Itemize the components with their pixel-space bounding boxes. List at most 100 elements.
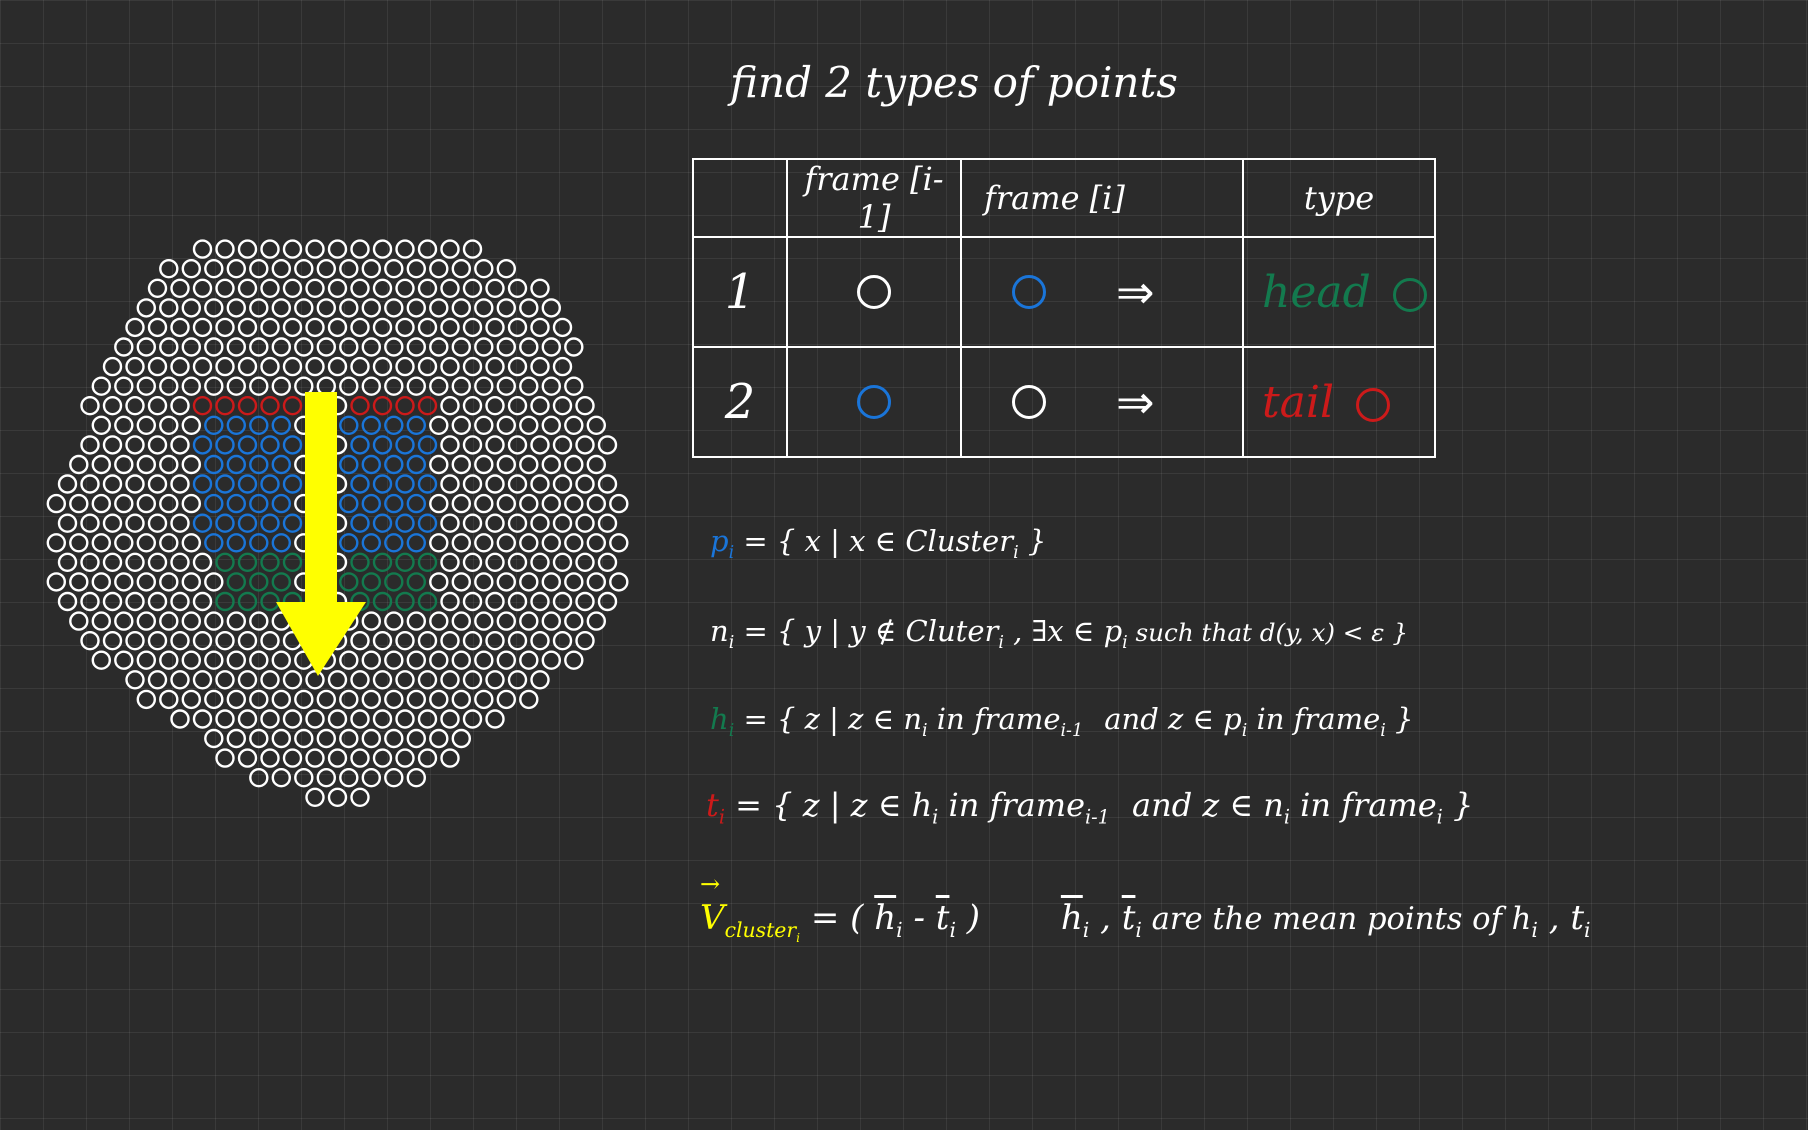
point-marker xyxy=(271,689,291,710)
point-marker xyxy=(282,278,303,298)
point-marker xyxy=(316,768,336,788)
point-marker xyxy=(91,650,112,670)
point-marker xyxy=(496,689,516,710)
point-marker xyxy=(91,533,112,553)
point-marker xyxy=(429,376,449,396)
point-marker xyxy=(102,552,123,572)
point-marker xyxy=(271,493,291,514)
point-marker xyxy=(406,376,426,396)
point-marker xyxy=(429,415,449,435)
point-marker xyxy=(575,631,595,651)
point-marker xyxy=(282,474,303,494)
point-marker xyxy=(204,650,224,670)
point-marker xyxy=(485,591,505,612)
point-marker xyxy=(519,415,539,435)
white-circle-icon xyxy=(1012,385,1046,419)
point-marker xyxy=(192,591,213,612)
point-marker xyxy=(192,709,213,729)
point-marker xyxy=(474,493,494,514)
point-marker xyxy=(496,493,516,514)
point-marker xyxy=(372,709,393,729)
point-marker xyxy=(114,572,134,592)
point-marker xyxy=(282,396,303,416)
point-marker xyxy=(69,572,89,592)
point-marker xyxy=(575,552,595,572)
point-marker xyxy=(159,572,179,592)
point-marker xyxy=(192,513,213,533)
point-marker xyxy=(147,670,168,690)
point-marker xyxy=(519,298,539,318)
point-marker xyxy=(237,631,258,651)
point-marker xyxy=(91,493,112,514)
point-marker xyxy=(271,768,291,788)
point-marker xyxy=(226,337,247,357)
point-marker xyxy=(57,474,78,494)
point-marker xyxy=(305,317,325,338)
point-marker xyxy=(237,317,258,338)
point-marker xyxy=(496,533,516,553)
point-marker xyxy=(384,376,404,396)
point-marker xyxy=(474,454,494,475)
point-marker xyxy=(260,239,280,259)
point-marker xyxy=(361,728,381,749)
point-marker xyxy=(395,356,415,377)
point-marker xyxy=(136,611,157,631)
point-marker xyxy=(316,689,336,710)
point-marker xyxy=(170,278,190,298)
point-marker xyxy=(204,689,224,710)
point-marker xyxy=(519,493,539,514)
point-marker xyxy=(462,278,483,298)
point-marker xyxy=(91,454,112,475)
point-marker xyxy=(440,356,460,377)
point-marker xyxy=(102,631,123,651)
point-marker xyxy=(192,474,213,494)
point-marker xyxy=(159,533,179,553)
point-marker xyxy=(541,454,561,475)
point-marker xyxy=(181,454,202,475)
point-marker xyxy=(406,572,426,592)
point-marker xyxy=(384,415,404,435)
formula-n: ni = { y | y ∉ Cluteri , ∃x ∈ pi such th… xyxy=(710,614,1409,653)
point-marker xyxy=(429,259,449,279)
point-marker xyxy=(451,376,471,396)
point-marker xyxy=(192,396,213,416)
point-marker xyxy=(406,611,426,631)
point-marker xyxy=(147,552,168,572)
point-marker xyxy=(226,415,247,435)
point-marker xyxy=(327,709,348,729)
point-marker xyxy=(282,239,303,259)
point-marker xyxy=(316,259,336,279)
point-marker xyxy=(226,611,247,631)
n-symbol: ni xyxy=(710,614,735,653)
point-marker xyxy=(114,533,134,553)
point-marker xyxy=(462,670,483,690)
point-marker xyxy=(282,435,303,455)
point-marker xyxy=(114,650,134,670)
point-marker xyxy=(530,396,550,416)
point-marker xyxy=(530,552,550,572)
point-marker xyxy=(80,591,100,612)
point-marker xyxy=(519,611,539,631)
point-marker xyxy=(474,376,494,396)
point-marker xyxy=(586,415,606,435)
point-marker xyxy=(507,278,528,298)
point-marker xyxy=(417,670,438,690)
point-marker xyxy=(406,533,426,553)
arrow-shaft xyxy=(305,392,337,607)
point-marker xyxy=(395,709,415,729)
point-marker xyxy=(462,631,483,651)
blue-circle-icon xyxy=(1012,275,1046,309)
point-marker xyxy=(417,278,438,298)
point-marker xyxy=(451,298,471,318)
point-marker xyxy=(181,493,202,514)
point-marker xyxy=(429,689,449,710)
point-marker xyxy=(372,435,393,455)
formula-h: hi = { z | z ∈ ni in framei-1 and z ∈ pi… xyxy=(710,702,1414,741)
point-marker xyxy=(372,278,393,298)
point-marker xyxy=(80,474,100,494)
point-marker xyxy=(440,239,460,259)
point-marker xyxy=(192,278,213,298)
point-marker xyxy=(496,259,516,279)
point-marker xyxy=(462,396,483,416)
point-marker xyxy=(372,239,393,259)
